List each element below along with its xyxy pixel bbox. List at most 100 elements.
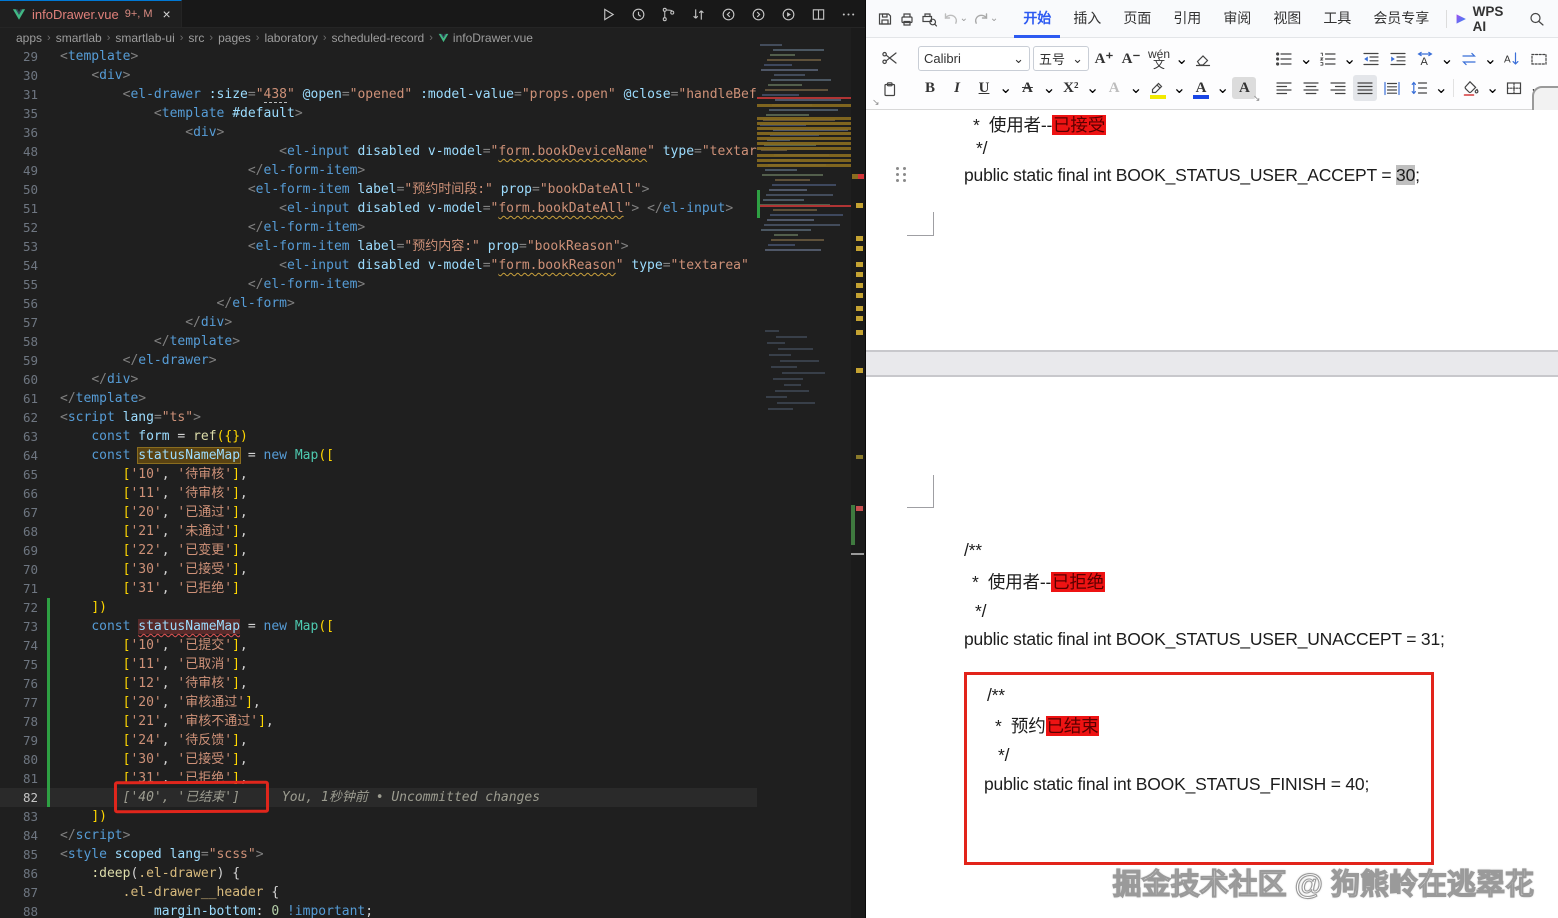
ribbon-tab-插入[interactable]: 插入: [1064, 0, 1110, 38]
font-color-button[interactable]: A: [1189, 75, 1213, 101]
bullet-list-button[interactable]: [1272, 46, 1296, 72]
code-line[interactable]: 69 ['22', '已变更'],: [0, 541, 757, 560]
font-color-caret[interactable]: ⌄: [1216, 78, 1229, 98]
code-line[interactable]: 84</script>: [0, 826, 757, 845]
breadcrumb-item[interactable]: infoDrawer.vue: [438, 31, 533, 45]
code-line[interactable]: 49 </el-form-item>: [0, 161, 757, 180]
breadcrumb-item[interactable]: pages: [218, 31, 251, 45]
distribute-button[interactable]: [1380, 75, 1404, 101]
save-button[interactable]: [874, 6, 896, 32]
decrease-indent-button[interactable]: [1359, 46, 1383, 72]
font-dialog-launcher[interactable]: ↘: [1253, 93, 1261, 104]
text-effects-caret[interactable]: ⌄: [1129, 78, 1142, 98]
increase-font-button[interactable]: A⁺: [1092, 46, 1116, 72]
previous-change-icon[interactable]: [720, 6, 737, 23]
bold-button[interactable]: B: [918, 75, 942, 101]
text-direction-button[interactable]: [1457, 46, 1481, 72]
timeline-icon[interactable]: [630, 6, 647, 23]
underline-caret[interactable]: ⌄: [999, 78, 1012, 98]
code-line[interactable]: 60 </div>: [0, 370, 757, 389]
line-spacing-button[interactable]: [1407, 75, 1431, 101]
font-size-select[interactable]: 五号⌄: [1033, 46, 1089, 71]
code-line[interactable]: 80 ['30', '已接受'],: [0, 750, 757, 769]
code-line[interactable]: 35 <template #default>: [0, 104, 757, 123]
code-line[interactable]: 73 const statusNameMap = new Map([: [0, 617, 757, 636]
text-direction-caret[interactable]: ⌄: [1484, 49, 1497, 69]
code-line[interactable]: 61</template>: [0, 389, 757, 408]
code-line[interactable]: 78 ['21', '审核不通过'],: [0, 712, 757, 731]
strikethrough-caret[interactable]: ⌄: [1042, 78, 1055, 98]
tab-infodrawer-vue[interactable]: infoDrawer.vue 9+, M ×: [0, 0, 182, 27]
superscript-caret[interactable]: ⌄: [1086, 78, 1099, 98]
code-line[interactable]: 62<script lang="ts">: [0, 408, 757, 427]
paste-button[interactable]: [878, 76, 902, 102]
wps-ai-button[interactable]: WPS AI: [1455, 4, 1512, 34]
highlight-color-button[interactable]: [1146, 75, 1170, 101]
code-line[interactable]: 86 :deep(.el-drawer) {: [0, 864, 757, 883]
document-page[interactable]: * 使用者--已接受 */ public static final int BO…: [866, 110, 1558, 918]
breadcrumb-item[interactable]: scheduled-record: [332, 31, 425, 45]
code-line[interactable]: 67 ['20', '已通过'],: [0, 503, 757, 522]
more-actions-icon[interactable]: [840, 6, 857, 23]
code-line[interactable]: 50 <el-form-item label="预约时间段:" prop="bo…: [0, 180, 757, 199]
code-line[interactable]: 76 ['12', '待审核'],: [0, 674, 757, 693]
font-name-select[interactable]: Calibri⌄: [918, 46, 1030, 71]
italic-button[interactable]: I: [945, 75, 969, 101]
code-line[interactable]: 79 ['24', '待反馈'],: [0, 731, 757, 750]
drag-handle-icon[interactable]: [896, 167, 910, 186]
text-effects-button[interactable]: A: [1102, 75, 1126, 101]
breadcrumb-item[interactable]: smartlab: [56, 31, 102, 45]
justify-button[interactable]: [1353, 75, 1377, 101]
run-icon[interactable]: [600, 6, 617, 23]
character-scale-caret[interactable]: ⌄: [1440, 49, 1453, 69]
code-line[interactable]: 59 </el-drawer>: [0, 351, 757, 370]
ribbon-tab-引用[interactable]: 引用: [1164, 0, 1210, 38]
split-editor-icon[interactable]: [810, 6, 827, 23]
print-button[interactable]: [896, 6, 918, 32]
code-line[interactable]: 66 ['11', '待审核'],: [0, 484, 757, 503]
code-line[interactable]: 54 <el-input disabled v-model="form.book…: [0, 256, 757, 275]
run-or-debug-icon[interactable]: [780, 6, 797, 23]
code-line[interactable]: 85<style scoped lang="scss">: [0, 845, 757, 864]
code-line[interactable]: 58 </template>: [0, 332, 757, 351]
character-scale-button[interactable]: A: [1413, 46, 1437, 72]
sort-button[interactable]: A: [1500, 46, 1524, 72]
code-line[interactable]: 72 ]): [0, 598, 757, 617]
align-left-button[interactable]: [1272, 75, 1296, 101]
code-line[interactable]: 36 <div>: [0, 123, 757, 142]
align-center-button[interactable]: [1299, 75, 1323, 101]
clear-format-button[interactable]: [1191, 46, 1215, 72]
code-line[interactable]: 63 const form = ref({}): [0, 427, 757, 446]
code-line[interactable]: 77 ['20', '审核通过'],: [0, 693, 757, 712]
ribbon-tab-页面[interactable]: 页面: [1114, 0, 1160, 38]
breadcrumb-item[interactable]: smartlab-ui: [115, 31, 174, 45]
breadcrumb-item[interactable]: src: [188, 31, 204, 45]
ribbon-tab-视图[interactable]: 视图: [1264, 0, 1310, 38]
shading-button[interactable]: [1459, 75, 1483, 101]
bullet-list-caret[interactable]: ⌄: [1299, 49, 1312, 69]
code-line[interactable]: 55 </el-form-item>: [0, 275, 757, 294]
ribbon-tab-会员专享[interactable]: 会员专享: [1364, 0, 1438, 38]
breadcrumb-item[interactable]: laboratory: [264, 31, 317, 45]
code-line[interactable]: 30 <div>: [0, 66, 757, 85]
line-spacing-caret[interactable]: ⌄: [1434, 78, 1447, 98]
code-line[interactable]: 68 ['21', '未通过'],: [0, 522, 757, 541]
code-line[interactable]: 71 ['31', '已拒绝']: [0, 579, 757, 598]
tab-close-icon[interactable]: ×: [163, 6, 171, 22]
highlight-caret[interactable]: ⌄: [1173, 78, 1186, 98]
borders-button[interactable]: [1502, 75, 1526, 101]
minimap[interactable]: [757, 40, 851, 918]
ribbon-tab-工具[interactable]: 工具: [1314, 0, 1360, 38]
undo-button[interactable]: [940, 6, 962, 32]
search-icon[interactable]: [1526, 6, 1548, 32]
ribbon-tab-开始[interactable]: 开始: [1014, 0, 1060, 38]
pinyin-caret[interactable]: ⌄: [1175, 49, 1188, 69]
redo-button[interactable]: [970, 6, 992, 32]
clipboard-dialog-launcher[interactable]: ↘: [872, 97, 880, 108]
align-right-button[interactable]: [1326, 75, 1350, 101]
numbered-list-button[interactable]: [1316, 46, 1340, 72]
code-line[interactable]: 51 <el-input disabled v-model="form.book…: [0, 199, 757, 218]
compare-changes-icon[interactable]: [690, 6, 707, 23]
next-change-icon[interactable]: [750, 6, 767, 23]
pinyin-guide-button[interactable]: wén文: [1146, 46, 1172, 72]
